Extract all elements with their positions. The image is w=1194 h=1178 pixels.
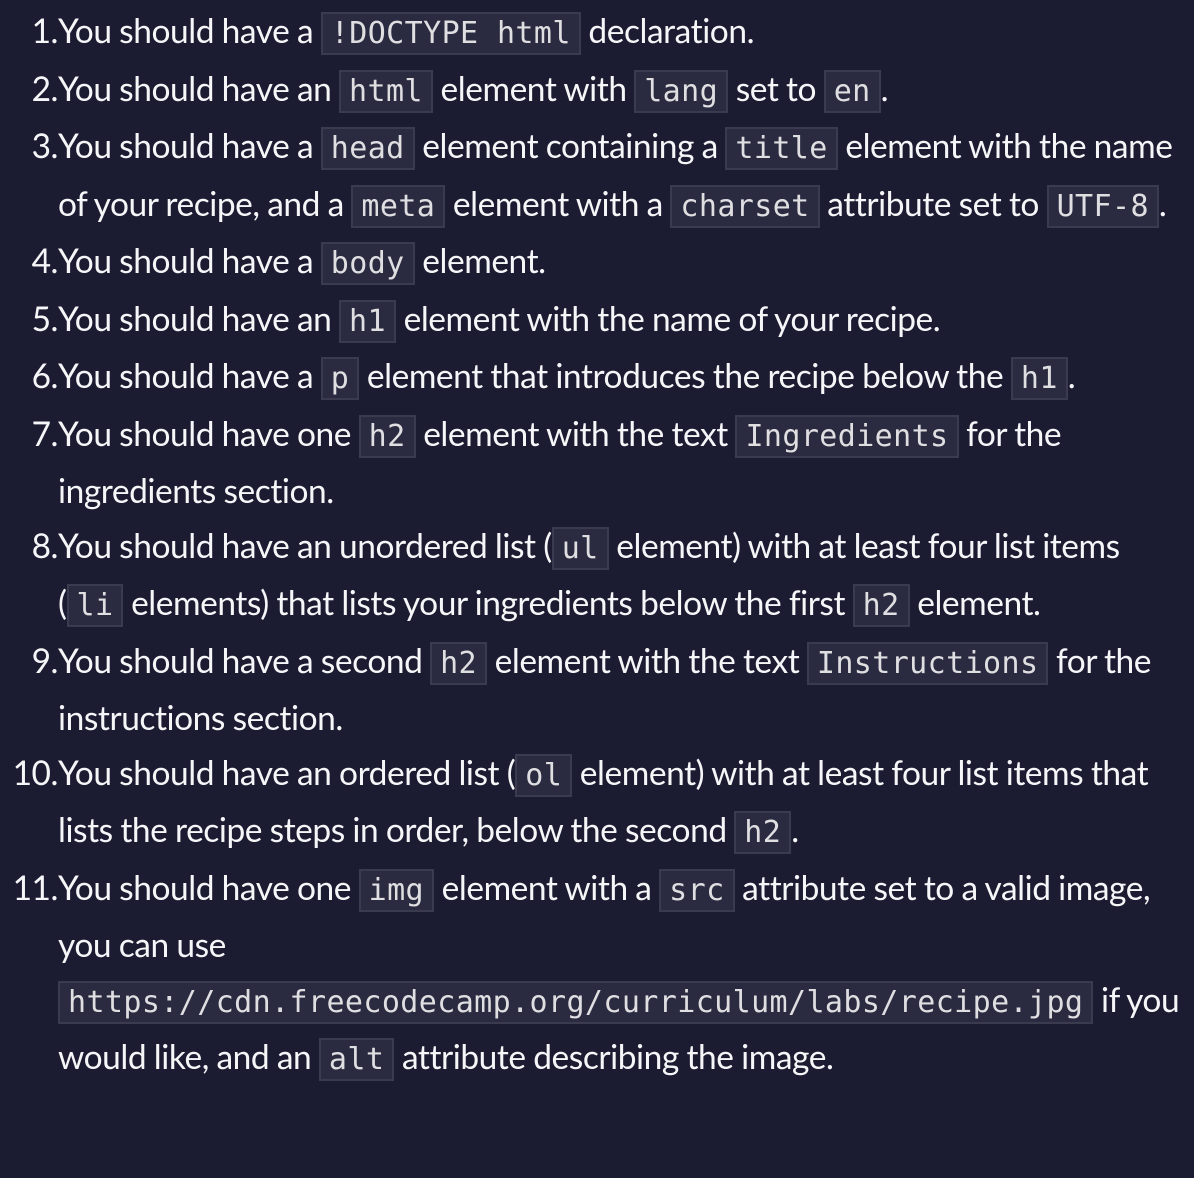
- requirement-text: attribute describing the image.: [394, 1037, 834, 1077]
- requirement-text: .: [1158, 183, 1167, 224]
- requirement-item: 1. You should have a !DOCTYPE html declar…: [0, 4, 1194, 62]
- requirement-number: 1.: [31, 11, 59, 51]
- code-snippet: h2: [734, 811, 792, 854]
- requirement-number: 6.: [31, 356, 59, 396]
- requirement-number: 5.: [31, 298, 59, 339]
- requirement-number: 9.: [31, 640, 59, 681]
- requirement-text: element that introduces the recipe below…: [359, 356, 1011, 396]
- code-snippet: https://cdn.freecodecamp.org/curriculum/…: [58, 980, 1094, 1024]
- requirements-list: 1. You should have a !DOCTYPE html declar…: [0, 4, 1194, 1088]
- code-snippet: h2: [430, 641, 487, 685]
- code-snippet: title: [725, 127, 838, 170]
- requirement-text: .: [1067, 356, 1076, 396]
- code-snippet: meta: [351, 184, 446, 228]
- code-snippet: h2: [852, 584, 910, 627]
- code-snippet: h1: [339, 299, 396, 343]
- code-snippet: head: [320, 127, 415, 170]
- requirement-text: You should have a: [58, 241, 321, 281]
- requirement-item: 9. You should have a second h2 element wi…: [0, 634, 1194, 746]
- code-snippet: UTF-8: [1046, 184, 1159, 228]
- requirement-text: element with the name of your recipe.: [395, 298, 941, 339]
- requirement-item: 4. You should have a body element.: [0, 234, 1194, 292]
- requirement-item: 6. You should have a p element that intro…: [0, 349, 1194, 407]
- requirement-text: element with a: [434, 867, 660, 908]
- code-snippet: lang: [634, 69, 729, 113]
- code-snippet: charset: [670, 184, 820, 228]
- code-snippet: src: [659, 868, 735, 912]
- requirement-text: You should have a second: [58, 640, 431, 681]
- requirement-text: set to: [728, 68, 824, 109]
- requirement-item: 11. You should have one img element with …: [0, 861, 1194, 1088]
- code-snippet: alt: [318, 1038, 395, 1081]
- requirement-item: 10. You should have an ordered list (ol e…: [0, 746, 1194, 861]
- requirement-text: You should have an unordered list (: [58, 525, 552, 566]
- requirement-text: You should have an: [58, 68, 340, 109]
- requirement-item: 7. You should have one h2 element with th…: [0, 407, 1194, 519]
- code-snippet: !DOCTYPE html: [320, 12, 581, 55]
- code-snippet: li: [66, 584, 124, 627]
- requirement-number: 11.: [12, 867, 59, 908]
- code-snippet: Instructions: [806, 641, 1049, 685]
- requirement-text: attribute set to: [819, 183, 1047, 224]
- requirement-text: element with a: [445, 183, 671, 224]
- code-snippet: img: [358, 868, 435, 912]
- code-snippet: h1: [1010, 357, 1068, 400]
- requirement-text: You should have an ordered list (: [58, 752, 516, 793]
- requirement-text: You should have a: [58, 126, 321, 166]
- code-snippet: ol: [515, 753, 573, 797]
- code-snippet: body: [320, 242, 415, 285]
- requirement-number: 7.: [31, 413, 59, 454]
- requirement-item: 5. You should have an h1 element with the…: [0, 292, 1194, 350]
- requirement-number: 4.: [31, 241, 59, 281]
- requirement-text: element with the text: [415, 413, 736, 454]
- requirement-number: 3.: [31, 126, 59, 166]
- requirement-number: 8.: [31, 525, 59, 566]
- requirement-text: element.: [414, 241, 546, 281]
- code-snippet: en: [823, 69, 881, 113]
- requirement-item: 8. You should have an unordered list (ul …: [0, 519, 1194, 634]
- code-snippet: p: [320, 357, 360, 400]
- requirement-text: You should have one: [58, 413, 359, 454]
- code-snippet: Ingredients: [735, 414, 959, 458]
- requirement-item: 2. You should have an html element with l…: [0, 62, 1194, 120]
- requirement-text: .: [791, 810, 799, 850]
- requirement-number: 2.: [31, 68, 59, 109]
- requirement-item: 3. You should have a head element contain…: [0, 119, 1194, 234]
- code-snippet: h2: [358, 414, 416, 458]
- requirement-text: You should have a: [58, 11, 321, 51]
- requirement-text: You should have a: [58, 356, 321, 396]
- requirement-text: element with: [432, 68, 635, 109]
- requirement-text: .: [880, 68, 889, 109]
- requirement-number: 10.: [12, 752, 59, 793]
- requirement-text: elements) that lists your ingredients be…: [123, 583, 853, 623]
- code-snippet: html: [339, 69, 433, 113]
- requirement-text: element containing a: [414, 126, 726, 166]
- requirement-text: element.: [909, 583, 1041, 623]
- requirement-text: You should have an: [58, 298, 340, 339]
- requirement-text: You should have one: [58, 867, 359, 908]
- code-snippet: ul: [551, 526, 609, 570]
- requirement-text: declaration.: [580, 11, 755, 51]
- requirement-text: element with the text: [487, 640, 807, 681]
